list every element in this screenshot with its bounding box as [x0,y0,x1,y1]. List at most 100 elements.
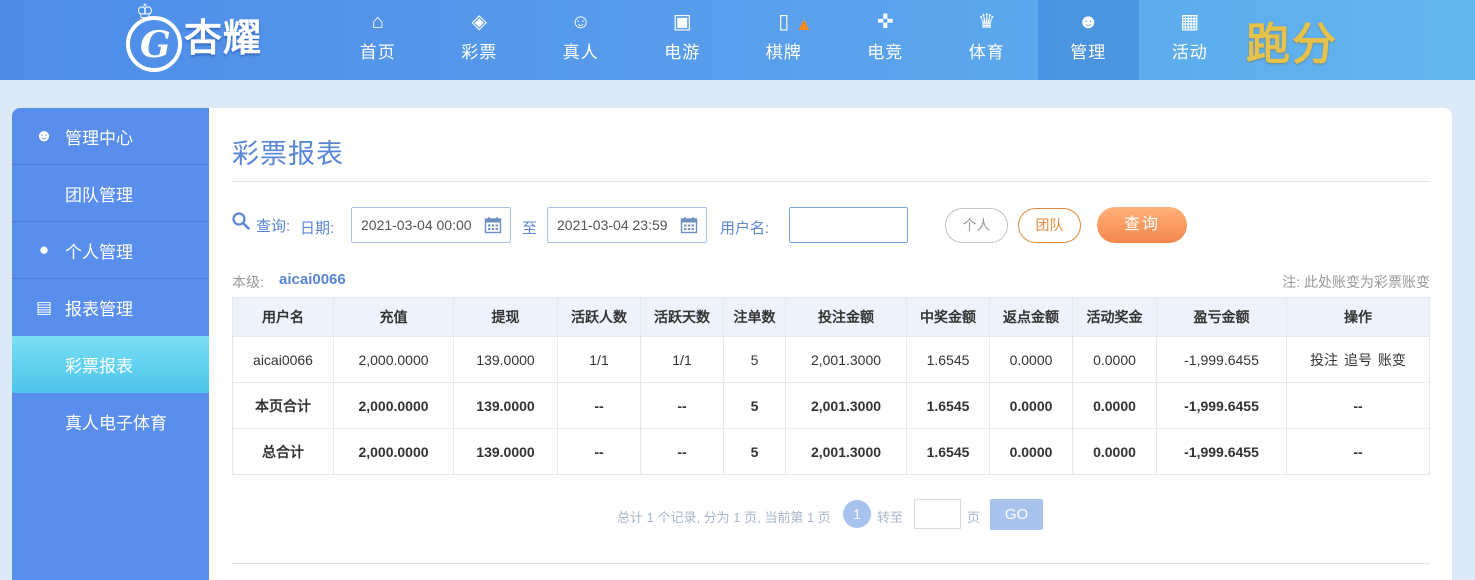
divider [232,563,1430,564]
query-button[interactable]: 查询 [1097,207,1187,243]
nav-label: 电竞 [867,43,904,62]
sidebar-item-label: 彩票报表 [65,357,133,376]
nav-management[interactable]: ☻ 管理 [1037,0,1139,80]
rebate-cell: 0.0000 [989,428,1073,475]
end-date-input[interactable]: 2021-03-04 23:59 [547,207,707,243]
column-header: 活跃天数 [640,297,724,337]
personal-toggle-button[interactable]: 个人 [945,208,1008,243]
nav-chess-cards[interactable]: ▯ ▲ 棋牌 [733,0,835,80]
sidebar-item-label: 报表管理 [65,300,133,319]
bonus-cell: 0.0000 [1072,382,1157,429]
rebate-cell: 0.0000 [989,336,1073,383]
column-header: 操作 [1286,297,1430,337]
goto-page-input[interactable] [914,499,961,529]
calendar-icon [484,217,502,234]
username-label: 用户名: [720,220,770,237]
cards-icon: ▯ [778,11,790,33]
table-header-row: 用户名 充值 提现 活跃人数 活跃天数 注单数 投注金额 中奖金额 返点金额 活… [232,297,1430,337]
active-days-cell: 1/1 [640,336,724,383]
nav-sports[interactable]: ♛ 体育 [936,0,1038,80]
logo-text: 杏耀 [184,18,263,60]
divider [232,181,1430,182]
recharge-cell: 2,000.0000 [333,336,454,383]
hot-flame-icon: ▲ [795,14,813,34]
nav-slots[interactable]: ▣ 电游 [632,0,734,80]
brand-logo[interactable]: ♔ 杏耀 [120,2,295,74]
sidebar-item-label: 真人电子体育 [65,414,167,433]
operations-cell: 投注 追号 账变 [1286,336,1430,383]
win-amount-cell: 1.6545 [906,382,990,429]
orders-cell: 5 [723,382,786,429]
page-unit-label: 页 [967,510,981,525]
table-row: aicai0066 2,000.0000 139.0000 1/1 1/1 5 … [232,336,1430,383]
level-row: 本级: aicai0066 注: 此处账变为彩票账变 [232,271,1430,290]
nav-lottery[interactable]: ◈ 彩票 [429,0,531,80]
nav-label: 真人 [562,43,599,62]
column-header: 用户名 [232,297,334,337]
filter-bar: 查询: 日期: 2021-03-04 00:00 至 2021-03-04 23… [232,207,1432,245]
column-header: 投注金额 [785,297,907,337]
username-cell-link[interactable]: aicai0066 [232,336,334,383]
column-header: 中奖金额 [906,297,990,337]
column-header: 盈亏金额 [1156,297,1287,337]
recharge-cell: 2,000.0000 [333,382,454,429]
note-text: 注: 此处账变为彩票账变 [1282,274,1430,290]
slot-machine-icon: ▣ [672,11,692,33]
pagination-summary: 总计 1 个记录, 分为 1 页, 当前第 1 页 [617,510,831,525]
account-changes-link[interactable]: 账变 [1378,352,1406,368]
column-header: 活动奖金 [1072,297,1157,337]
live-dealer-icon: ☺ [570,11,591,33]
start-date-value: 2021-03-04 00:00 [361,217,472,233]
sidebar-item-lottery-report[interactable]: 彩票报表 [12,336,209,393]
bet-amount-cell: 2,001.3000 [785,382,907,429]
grand-total-row: 总合计 2,000.0000 139.0000 -- -- 5 2,001.30… [232,428,1430,475]
sidebar-item-label: 管理中心 [65,128,133,148]
nav-label: 管理 [1070,43,1107,62]
chase-number-link[interactable]: 追号 [1344,352,1372,368]
sidebar-item-label: 团队管理 [65,185,133,205]
username-input[interactable] [789,207,908,243]
active-days-cell: -- [640,382,724,429]
nav-label: 体育 [968,43,1005,62]
team-toggle-button[interactable]: 团队 [1018,208,1081,243]
rebate-cell: 0.0000 [989,382,1073,429]
profit-cell: -1,999.6455 [1156,382,1287,429]
sidebar-item-report-management[interactable]: ▤ 报表管理 [12,279,209,336]
win-amount-cell: 1.6545 [906,336,990,383]
start-date-input[interactable]: 2021-03-04 00:00 [351,207,511,243]
sidebar-item-team-management[interactable]: 团队管理 [12,165,209,222]
active-users-cell: -- [557,382,641,429]
sidebar-item-personal-management[interactable]: ● 个人管理 [12,222,209,279]
users-icon: ☻ [35,126,53,145]
date-label: 日期: [300,220,335,237]
promo-banner-text[interactable]: 跑分 [1246,8,1338,72]
level-username-link[interactable]: aicai0066 [279,271,346,288]
withdraw-cell: 139.0000 [453,428,558,475]
profit-cell: -1,999.6455 [1156,336,1287,383]
sidebar-item-management-center[interactable]: ☻ 管理中心 [12,108,209,165]
nav-label: 首页 [359,43,396,62]
active-users-cell: 1/1 [557,336,641,383]
current-page-button[interactable]: 1 [843,500,871,528]
recharge-cell: 2,000.0000 [333,428,454,475]
orders-cell: 5 [723,428,786,475]
goto-label: 转至 [877,510,904,525]
bets-link[interactable]: 投注 [1310,352,1338,368]
column-header: 注单数 [723,297,786,337]
lottery-icon: ◈ [471,11,487,33]
column-header: 返点金额 [989,297,1073,337]
user-icon: ● [38,240,50,259]
nav-home[interactable]: ⌂ 首页 [327,0,429,80]
go-button[interactable]: GO [990,499,1043,530]
bet-amount-cell: 2,001.3000 [785,428,907,475]
bonus-cell: 0.0000 [1072,336,1157,383]
sidebar-item-live-electronic-sports[interactable]: 真人电子体育 [12,393,209,450]
nav-label: 电游 [664,43,701,62]
nav-esports[interactable]: ✜ 电竞 [835,0,937,80]
home-icon: ⌂ [371,11,384,33]
page-title: 彩票报表 [232,139,344,169]
withdraw-cell: 139.0000 [453,336,558,383]
nav-live[interactable]: ☺ 真人 [530,0,632,80]
nav-promotions[interactable]: ▦ 活动 [1139,0,1241,80]
row-label: 本页合计 [232,382,334,429]
